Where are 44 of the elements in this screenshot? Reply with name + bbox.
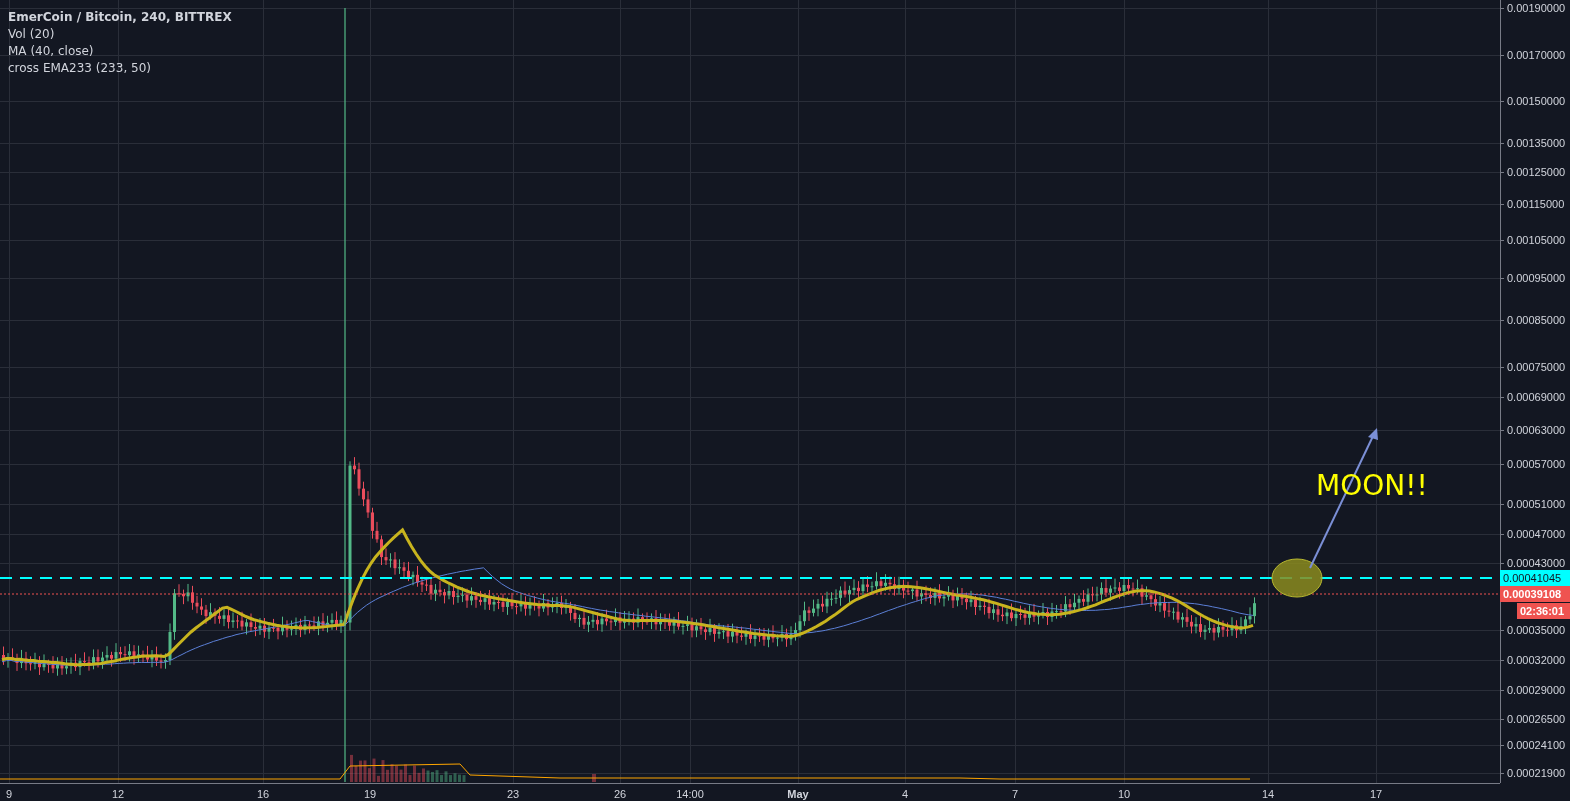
- time-tick-label: 9: [5, 788, 13, 800]
- price-tick-label: 0.00063000: [1507, 424, 1566, 436]
- time-tick-label: 4: [901, 788, 909, 800]
- price-tick-label: 0.00043000: [1507, 557, 1566, 569]
- price-tick-label: 0.00115000: [1507, 198, 1565, 210]
- price-tick-label: 0.00051000: [1507, 498, 1566, 510]
- price-tick-label: 0.00021900: [1507, 767, 1566, 779]
- time-tick-label: 17: [1369, 788, 1383, 800]
- countdown-label: 02:36:01: [1517, 603, 1570, 619]
- indicator-label[interactable]: cross EMA233 (233, 50): [8, 60, 232, 77]
- time-tick-label: 16: [256, 788, 270, 800]
- time-tick-label: 26: [613, 788, 627, 800]
- price-tick-label: 0.00035000: [1507, 624, 1566, 636]
- indicator-label[interactable]: MA (40, close): [8, 43, 232, 60]
- price-tick-label: 0.00125000: [1507, 166, 1566, 178]
- price-tick-label: 0.00135000: [1507, 137, 1566, 149]
- time-tick-label: 14: [1261, 788, 1275, 800]
- price-tick-label: 0.00095000: [1507, 272, 1566, 284]
- price-tick-label: 0.00190000: [1507, 2, 1566, 14]
- price-tick-label: 0.00150000: [1507, 95, 1566, 107]
- price-tick-label: 0.00069000: [1507, 391, 1566, 403]
- price-tick-label: 0.00075000: [1507, 361, 1566, 373]
- price-tick-label: 0.00026500: [1507, 713, 1566, 725]
- price-tick-label: 0.00170000: [1507, 49, 1566, 61]
- price-label: 0.00041045: [1500, 570, 1570, 586]
- symbol-title: EmerCoin / Bitcoin, 240, BITTREX: [8, 9, 232, 26]
- time-tick-label: 23: [506, 788, 520, 800]
- price-tick-label: 0.00029000: [1507, 684, 1566, 696]
- time-tick-label: 12: [111, 788, 125, 800]
- time-tick-label: 19: [363, 788, 377, 800]
- price-tick-label: 0.00024100: [1507, 739, 1566, 751]
- indicator-label[interactable]: Vol (20): [8, 26, 232, 43]
- time-tick-label: 7: [1011, 788, 1019, 800]
- time-tick-label: May: [787, 788, 809, 800]
- volume-bar: [592, 774, 596, 782]
- price-tick-label: 0.00047000: [1507, 528, 1566, 540]
- time-tick-label: 14:00: [676, 788, 704, 800]
- ellipse-marker: [1271, 558, 1323, 598]
- price-tick-label: 0.00105000: [1507, 234, 1566, 246]
- time-tick-label: 10: [1117, 788, 1131, 800]
- price-label: 0.00039108: [1500, 586, 1570, 602]
- price-tick-label: 0.00085000: [1507, 314, 1566, 326]
- price-tick-label: 0.00057000: [1507, 458, 1566, 470]
- price-tick-label: 0.00032000: [1507, 654, 1566, 666]
